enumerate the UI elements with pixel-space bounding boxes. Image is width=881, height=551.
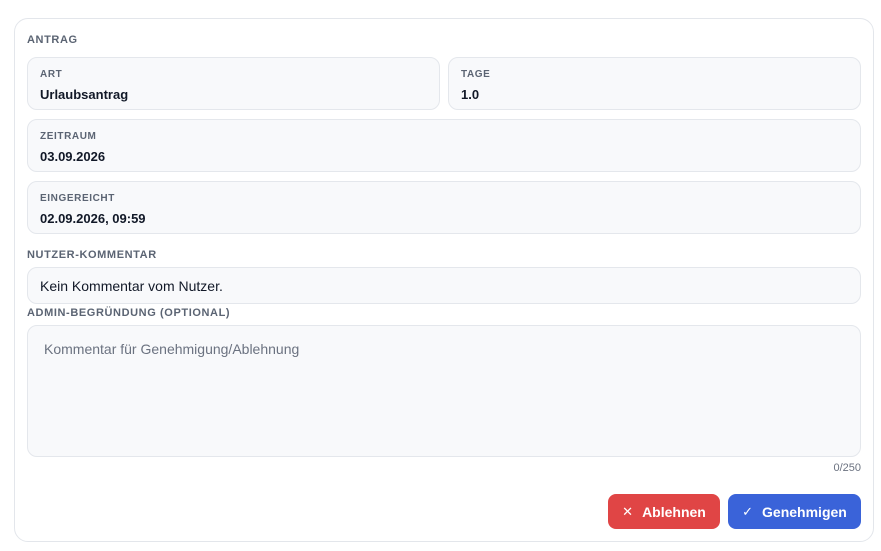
approve-button-label: Genehmigen [762,503,847,520]
field-eingereicht: EINGEREICHT 02.09.2026, 09:59 [27,181,861,234]
field-zeitraum: ZEITRAUM 03.09.2026 [27,119,861,172]
field-art-label: ART [40,69,63,80]
admin-reason-input[interactable] [27,325,861,457]
user-comment-box: Kein Kommentar vom Nutzer. [27,267,861,304]
field-tage-value: 1.0 [461,87,480,102]
field-zeitraum-value: 03.09.2026 [40,149,106,164]
character-counter: 0/250 [833,462,861,474]
section-title-admin-begruendung: ADMIN-BEGRÜNDUNG (OPTIONAL) [27,307,231,319]
section-title-nutzer-kommentar: NUTZER-KOMMENTAR [27,249,157,261]
check-icon: ✓ [742,504,754,519]
field-eingereicht-label: EINGEREICHT [40,193,115,204]
field-tage-label: TAGE [461,69,491,80]
field-tage: TAGE 1.0 [448,57,861,110]
field-art-value: Urlaubsantrag [40,87,129,102]
user-comment-text: Kein Kommentar vom Nutzer. [40,278,223,294]
reject-button[interactable]: ✕ Ablehnen [608,494,720,529]
request-card: ANTRAG ART Urlaubsantrag TAGE 1.0 ZEITRA… [14,18,874,542]
reject-button-label: Ablehnen [642,503,706,520]
field-eingereicht-value: 02.09.2026, 09:59 [40,211,146,226]
field-art: ART Urlaubsantrag [27,57,440,110]
approve-button[interactable]: ✓ Genehmigen [728,494,861,529]
close-icon: ✕ [622,504,634,519]
field-zeitraum-label: ZEITRAUM [40,131,97,142]
section-title-antrag: ANTRAG [27,34,78,46]
